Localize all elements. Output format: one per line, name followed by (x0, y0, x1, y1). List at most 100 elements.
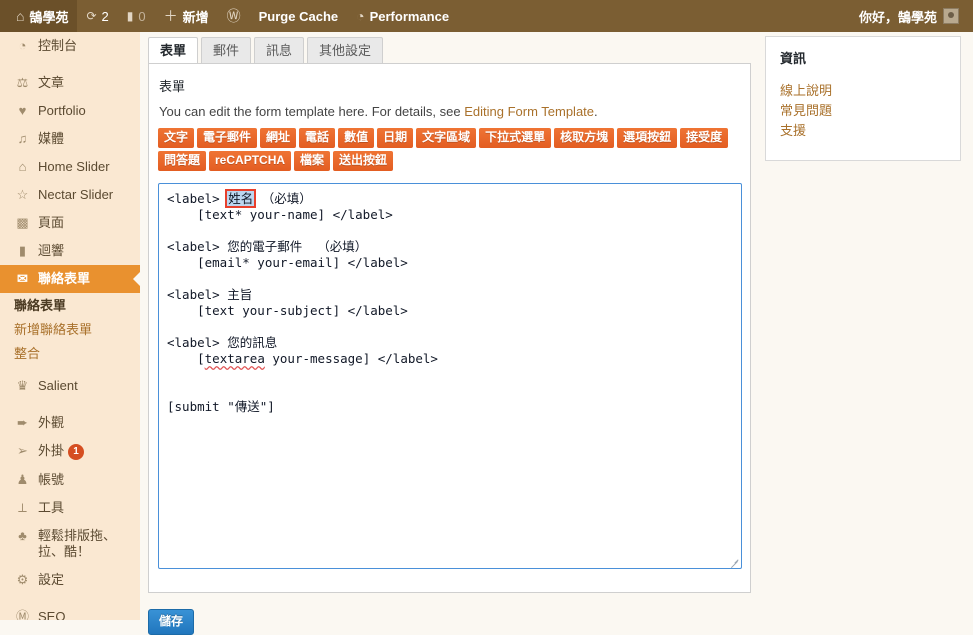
form-settings-tabs: 表單 郵件 訊息 其他設定 (148, 36, 384, 65)
editor-selected-text: 姓名 (225, 189, 257, 208)
sidebar-item-layout-builder[interactable]: ♣ 輕鬆排版拖、拉、酷！ (0, 522, 140, 566)
adminbar-greeting: 你好，鵠學苑 (858, 9, 937, 25)
sidebar-item-posts[interactable]: ⚖ 文章 (0, 69, 140, 97)
tag-button-text[interactable]: 文字 (158, 128, 195, 148)
tag-button-submit[interactable]: 送出按鈕 (333, 151, 394, 171)
sidebar-item-comments[interactable]: ▮ 迴響 (0, 237, 140, 265)
sidebar-submenu-contact-form: 聯絡表單 新增聯絡表單 整合 (0, 293, 140, 372)
sidebar-item-contact-form[interactable]: ✉ 聯絡表單 (0, 265, 140, 293)
editor-line-11-prefix: [ (167, 351, 205, 366)
sidebar-item-label: Portfolio (38, 103, 86, 118)
info-panel-title: 資訊 (780, 51, 807, 66)
sidebar-item-appearance[interactable]: ➨ 外觀 (0, 409, 140, 437)
sidebar-item-label: 媒體 (38, 131, 65, 146)
users-icon: ♟ (16, 472, 29, 487)
adminbar-my-account[interactable]: 你好，鵠學苑 (859, 7, 973, 26)
info-link-support[interactable]: 支援 (780, 121, 946, 141)
adminbar-wordfence[interactable]: Ⓦ (218, 0, 250, 32)
form-panel: 表單 You can edit the form template here. … (148, 63, 751, 593)
sidebar-item-label: 工具 (38, 500, 65, 515)
form-template-editor[interactable]: <label> 姓名 （必填） [text* your-name] </labe… (158, 183, 742, 569)
submenu-item-contact-forms[interactable]: 聯絡表單 (0, 294, 140, 318)
menu-separator (0, 594, 140, 603)
adminbar-new-label: 新增 (182, 9, 209, 25)
sidebar-item-text: 外掛 (38, 443, 65, 458)
sidebar-item-label: Nectar Slider (38, 187, 114, 202)
tag-button-quiz[interactable]: 問答題 (158, 151, 207, 171)
adminbar-new-content[interactable]: ＋ 新增 (155, 0, 218, 32)
sidebar-item-pages[interactable]: ▩ 頁面 (0, 209, 140, 237)
info-link-docs[interactable]: 線上說明 (780, 81, 946, 101)
info-link-faq[interactable]: 常見問題 (780, 101, 946, 121)
sidebar-item-settings[interactable]: ⚙ 設定 (0, 566, 140, 594)
menu-separator (0, 400, 140, 409)
tag-button-radio[interactable]: 選項按鈕 (617, 128, 678, 148)
salient-icon: ♛ (16, 378, 29, 393)
sidebar-item-nectar-slider[interactable]: ☆ Nectar Slider (0, 181, 140, 209)
sidebar-item-users[interactable]: ♟ 帳號 (0, 466, 140, 494)
adminbar-comments[interactable]: ▮ 0 (118, 0, 155, 32)
submenu-item-add-new[interactable]: 新增聯絡表單 (0, 318, 140, 342)
adminbar-performance-label: Performance (369, 8, 450, 24)
sidebar-item-portfolio[interactable]: ♥ Portfolio (0, 97, 140, 125)
sidebar-item-media[interactable]: ♫ 媒體 (0, 125, 140, 153)
tag-button-date[interactable]: 日期 (377, 128, 414, 148)
adminbar-updates[interactable]: ⟳ 2 (77, 0, 117, 32)
adminbar-site-name[interactable]: ⌂ 鵠學苑 (0, 0, 78, 32)
dashboard-icon: ◔ (18, 38, 27, 53)
adminbar-performance[interactable]: ◔ Performance (347, 0, 458, 32)
sidebar-item-home-slider[interactable]: ⌂ Home Slider (0, 153, 140, 181)
performance-icon: ◔ (356, 8, 365, 24)
tag-button-url[interactable]: 網址 (260, 128, 297, 148)
sidebar-item-label: Salient (38, 378, 78, 393)
info-panel: 資訊 線上說明 常見問題 支援 (765, 36, 961, 161)
sidebar-item-label: 帳號 (38, 472, 65, 487)
sidebar-item-label: SEO (38, 609, 66, 620)
plus-icon: ＋ (163, 8, 178, 24)
editor-line-2: [text* your-name] </label> (167, 207, 393, 222)
home-icon: ⌂ (16, 8, 25, 24)
admin-sidebar-menu: ◔ 控制台 ⚖ 文章 ♥ Portfolio ♫ 媒體 ⌂ Home Slide… (0, 32, 140, 620)
avatar (943, 8, 959, 24)
panel-title: 表單 (159, 79, 186, 94)
tag-button-tel[interactable]: 電話 (299, 128, 336, 148)
portfolio-icon: ♥ (18, 103, 27, 118)
media-icon: ♫ (17, 131, 28, 146)
admin-bar: ⌂ 鵠學苑 ⟳ 2 ▮ 0 ＋ 新增 Ⓦ Purge Cache ◔ Perfo… (0, 0, 973, 32)
home-slider-icon: ⌂ (18, 159, 27, 174)
tab-mail[interactable]: 郵件 (201, 37, 252, 64)
tab-additional-settings[interactable]: 其他設定 (307, 37, 384, 64)
sidebar-item-label: 外掛 1 (38, 443, 132, 460)
editing-form-template-link[interactable]: Editing Form Template (464, 104, 594, 119)
tag-button-recaptcha[interactable]: reCAPTCHA (209, 151, 292, 171)
seo-icon: Ⓜ (15, 609, 29, 620)
tag-button-dropdown[interactable]: 下拉式選單 (479, 128, 552, 148)
tag-button-file[interactable]: 檔案 (294, 151, 331, 171)
adminbar-site-label: 鵠學苑 (29, 9, 69, 25)
tab-messages[interactable]: 訊息 (254, 37, 305, 64)
form-tag-buttons: 文字 電子郵件 網址 電話 數值 日期 文字區域 下拉式選單 核取方塊 選項按鈕 接受度問答題 reC… (158, 128, 742, 174)
editor-resize-handle[interactable] (729, 556, 739, 566)
panel-description-text: You can edit the form template here. For… (159, 104, 465, 119)
sidebar-item-plugins[interactable]: ➢ 外掛 1 (0, 437, 140, 466)
submenu-item-integration[interactable]: 整合 (0, 342, 140, 366)
tab-form[interactable]: 表單 (148, 37, 199, 65)
posts-icon: ⚖ (16, 75, 29, 90)
tag-button-checkbox[interactable]: 核取方塊 (554, 128, 615, 148)
editor-line-1-prefix: <label> (167, 191, 228, 206)
adminbar-purge-cache[interactable]: Purge Cache (250, 0, 347, 32)
tag-button-acceptance[interactable]: 接受度 (680, 128, 729, 148)
sidebar-item-label: 文章 (38, 75, 65, 90)
tag-button-textarea[interactable]: 文字區域 (416, 128, 477, 148)
sidebar-item-label: 迴響 (38, 243, 65, 258)
sidebar-item-seo[interactable]: Ⓜ SEO (0, 603, 140, 620)
sidebar-item-tools[interactable]: ⟂ 工具 (0, 494, 140, 522)
sidebar-item-label: 控制台 (38, 38, 78, 53)
tag-button-email[interactable]: 電子郵件 (197, 128, 258, 148)
sidebar-item-dashboard[interactable]: ◔ 控制台 (0, 32, 140, 60)
panel-description-suffix: . (594, 104, 598, 119)
save-button[interactable]: 儲存 (148, 609, 195, 635)
tag-button-number[interactable]: 數值 (338, 128, 375, 148)
sidebar-item-salient[interactable]: ♛ Salient (0, 372, 140, 400)
panel-description: You can edit the form template here. For… (159, 104, 750, 119)
